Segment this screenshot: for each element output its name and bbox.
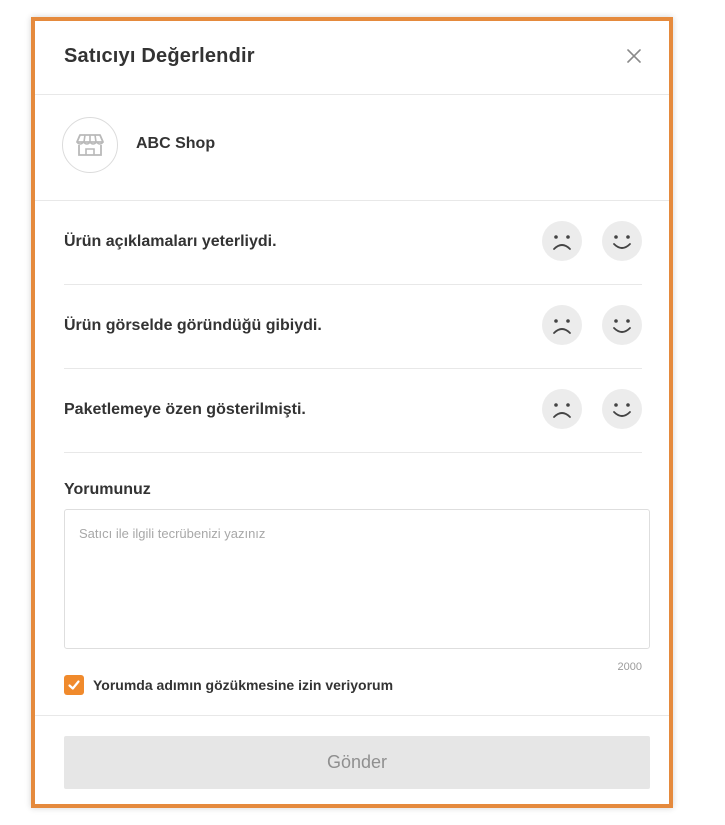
- sad-face-button[interactable]: [542, 305, 582, 345]
- name-visibility-consent[interactable]: Yorumda adımın gözükmesine izin veriyoru…: [64, 675, 393, 695]
- consent-checkbox[interactable]: [64, 675, 84, 695]
- happy-face-button[interactable]: [602, 221, 642, 261]
- seller-info: ABC Shop: [35, 95, 669, 201]
- rating-question: Ürün görselde göründüğü gibiydi.: [64, 285, 642, 369]
- sad-face-icon: [553, 403, 571, 418]
- question-label: Ürün açıklamaları yeterliydi.: [64, 233, 277, 250]
- rating-question: Ürün açıklamaları yeterliydi.: [64, 201, 642, 285]
- modal-footer: Gönder: [35, 715, 669, 804]
- rate-seller-modal: Satıcıyı Değerlendir ABC Shop Ürün açıkl…: [31, 17, 673, 808]
- sad-face-button[interactable]: [542, 221, 582, 261]
- question-label: Ürün görselde göründüğü gibiydi.: [64, 317, 322, 334]
- question-label: Paketlemeye özen gösterilmişti.: [64, 401, 306, 418]
- rating-questions: Ürün açıklamaları yeterliydi. Ürün görse…: [35, 201, 669, 453]
- sad-face-icon: [553, 319, 571, 334]
- sad-face-icon: [553, 235, 571, 250]
- happy-face-button[interactable]: [602, 305, 642, 345]
- modal-title: Satıcıyı Değerlendir: [64, 45, 255, 67]
- sad-face-button[interactable]: [542, 389, 582, 429]
- happy-face-icon: [613, 235, 631, 249]
- char-limit: 2000: [617, 661, 642, 673]
- rating-question: Paketlemeye özen gösterilmişti.: [64, 369, 642, 453]
- shop-icon: [76, 134, 104, 156]
- happy-face-icon: [613, 403, 631, 417]
- shop-avatar: [62, 117, 118, 173]
- check-icon: [68, 680, 80, 690]
- happy-face-icon: [613, 319, 631, 333]
- modal-header: Satıcıyı Değerlendir: [35, 21, 669, 95]
- comment-label: Yorumunuz: [64, 481, 151, 498]
- consent-label: Yorumda adımın gözükmesine izin veriyoru…: [93, 677, 394, 693]
- comment-textarea[interactable]: [64, 509, 650, 649]
- shop-name: ABC Shop: [136, 135, 216, 152]
- happy-face-button[interactable]: [602, 389, 642, 429]
- close-button[interactable]: [623, 45, 645, 67]
- submit-button[interactable]: Gönder: [64, 736, 650, 789]
- close-icon: [627, 49, 641, 63]
